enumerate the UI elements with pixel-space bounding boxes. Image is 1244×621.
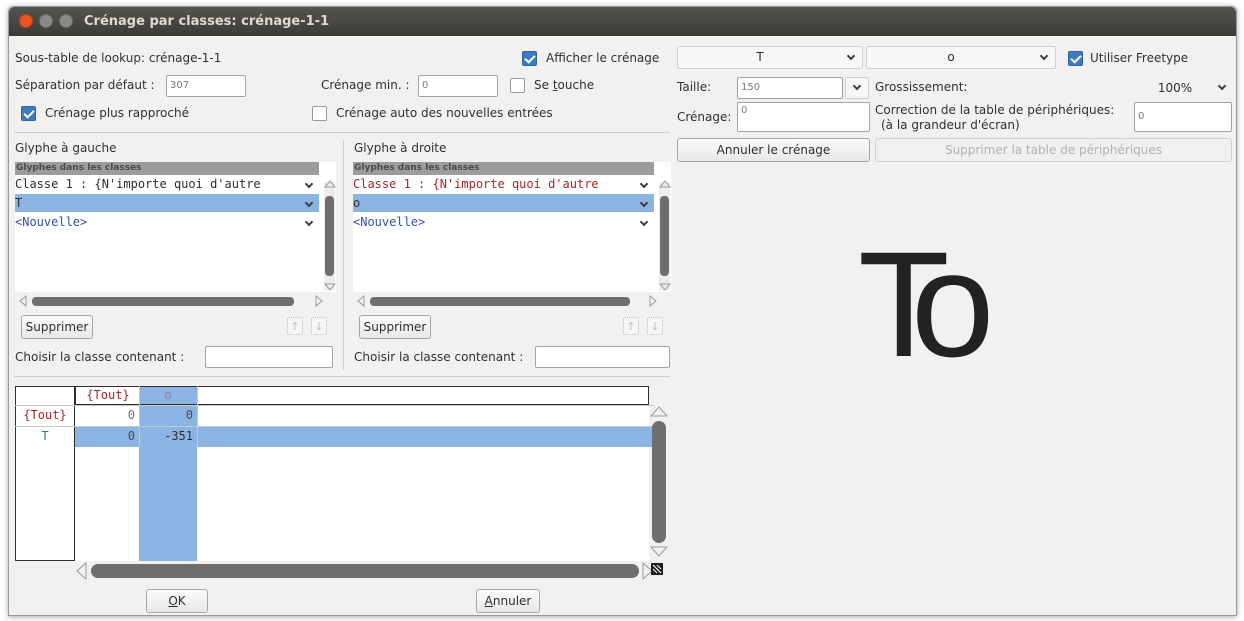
closer-kerning-label: Crénage plus rapproché [45, 106, 189, 120]
lookup-label: Sous-table de lookup: crénage-1-1 [15, 51, 222, 65]
scroll-up-arrow-icon[interactable] [659, 179, 671, 188]
matrix-vscrollbar[interactable] [650, 405, 668, 560]
matrix-col-header[interactable]: o [139, 388, 197, 402]
scroll-thumb[interactable] [32, 297, 294, 306]
closer-kerning-checkbox[interactable] [21, 106, 36, 121]
matrix-row-header[interactable]: T [17, 429, 73, 443]
right-choose-class-label: Choisir la classe contenant : [354, 350, 524, 364]
delete-device-table-button: Supprimer la table de périphériques [875, 138, 1232, 162]
size-field[interactable]: 150 [737, 77, 843, 99]
touch-checkbox[interactable] [510, 78, 525, 93]
right-choose-class-field[interactable] [535, 346, 670, 368]
device-table-label: Correction de la table de périphériques: [875, 103, 1115, 117]
left-list-row-new[interactable]: <Nouvelle> [15, 213, 319, 231]
left-list-row[interactable]: Classe 1 : {N'importe quoi d'autre [15, 175, 319, 193]
scroll-thumb[interactable] [91, 564, 639, 578]
left-glyph-heading: Glyphe à gauche [15, 141, 117, 155]
left-list-row-selected[interactable]: T [15, 194, 319, 212]
maximize-window-icon[interactable] [59, 14, 73, 28]
resize-corner-icon[interactable] [651, 563, 663, 575]
right-list-row[interactable]: Classe 1 : {N'importe quoi d'autre [353, 175, 654, 193]
default-separation-field[interactable]: 307 [166, 75, 246, 97]
zoom-label: Grossissement: [875, 80, 968, 94]
reset-kerning-button[interactable]: Annuler le crénage [677, 138, 870, 162]
left-choose-class-field[interactable] [205, 346, 333, 368]
left-glyph-combo[interactable]: T [677, 46, 863, 69]
right-glyph-value: o [947, 50, 955, 64]
right-list-header: Glyphes dans les classes [353, 162, 654, 175]
right-delete-button[interactable]: Supprimer [359, 315, 431, 339]
right-list-row-new[interactable]: <Nouvelle> [353, 213, 654, 231]
kerning-preview-text: To [858, 220, 995, 388]
matrix-cell[interactable]: 0 [75, 429, 135, 443]
move-down-icon[interactable]: ↓ [647, 317, 663, 335]
window-title: Crénage par classes: crénage-1-1 [84, 14, 330, 29]
left-list-vscrollbar[interactable] [324, 182, 335, 290]
zoom-combo[interactable]: 100% [1133, 77, 1233, 100]
scroll-up-arrow-icon[interactable] [650, 405, 668, 417]
left-delete-button[interactable]: Supprimer [21, 315, 93, 339]
use-freetype-checkbox[interactable] [1068, 51, 1083, 66]
left-list-hscrollbar[interactable] [15, 294, 330, 308]
size-label: Taille: [677, 80, 712, 94]
scroll-thumb[interactable] [370, 297, 630, 306]
use-freetype-label: Utiliser Freetype [1090, 51, 1189, 65]
scroll-left-arrow-icon[interactable] [75, 562, 87, 580]
left-glyph-value: T [756, 50, 764, 64]
left-choose-class-label: Choisir la classe contenant : [15, 350, 185, 364]
scroll-down-arrow-icon[interactable] [324, 283, 336, 292]
default-separation-label: Séparation par défaut : [15, 78, 155, 92]
kerning-field[interactable]: 0 [737, 102, 870, 132]
move-up-icon[interactable]: ↑ [287, 317, 303, 335]
matrix-hscrollbar[interactable] [75, 562, 663, 580]
scroll-thumb[interactable] [652, 421, 666, 543]
right-class-list: Glyphes dans les classes Classe 1 : {N'i… [353, 162, 671, 292]
right-list-hscrollbar[interactable] [353, 294, 665, 308]
scroll-up-arrow-icon[interactable] [324, 179, 336, 188]
scroll-down-arrow-icon[interactable] [650, 546, 668, 558]
move-down-icon[interactable]: ↓ [311, 317, 327, 335]
matrix-col-header[interactable]: {Tout} [81, 388, 135, 402]
minimize-window-icon[interactable] [39, 14, 53, 28]
chevron-down-icon [852, 81, 862, 91]
kerning-label: Crénage: [677, 110, 732, 124]
right-glyph-combo[interactable]: o [866, 46, 1056, 69]
zoom-value: 100% [1157, 81, 1193, 95]
device-table-sublabel: (à la grandeur d'écran) [881, 118, 1020, 132]
auto-kerning-label: Crénage auto des nouvelles entrées [336, 106, 553, 120]
size-dropdown[interactable] [845, 77, 869, 99]
title-bar: Crénage par classes: crénage-1-1 [9, 7, 1236, 36]
kerning-matrix[interactable]: {Tout} o {Tout} T 0 0 0 -351 [15, 386, 655, 561]
move-up-icon[interactable]: ↑ [623, 317, 639, 335]
auto-kerning-checkbox[interactable] [312, 106, 327, 121]
left-class-list: Glyphes dans les classes Classe 1 : {N'i… [15, 162, 336, 292]
touch-label: Se touche [534, 78, 595, 92]
left-list-header: Glyphes dans les classes [15, 162, 319, 175]
scroll-down-arrow-icon[interactable] [659, 283, 671, 292]
dialog-window: Crénage par classes: crénage-1-1 Sous-ta… [8, 6, 1237, 616]
matrix-row-header[interactable]: {Tout} [17, 408, 73, 422]
right-list-row-selected[interactable]: o [353, 194, 654, 212]
matrix-cell[interactable]: -351 [139, 429, 193, 443]
show-kerning-label: Afficher le crénage [546, 51, 660, 65]
matrix-cell[interactable]: 0 [75, 408, 135, 422]
cancel-button[interactable]: Annuler [476, 589, 540, 613]
show-kerning-checkbox[interactable] [522, 51, 537, 66]
right-glyph-heading: Glyphe à droite [354, 141, 447, 155]
close-window-icon[interactable] [19, 14, 33, 28]
device-table-field[interactable]: 0 [1134, 102, 1232, 132]
scroll-thumb[interactable] [325, 196, 334, 276]
min-kerning-label: Crénage min. : [321, 78, 410, 92]
right-list-vscrollbar[interactable] [659, 182, 670, 290]
scroll-thumb[interactable] [660, 196, 669, 276]
matrix-cell[interactable]: 0 [139, 408, 193, 422]
min-kerning-field[interactable]: 0 [418, 75, 498, 97]
ok-button[interactable]: OK [146, 589, 208, 613]
